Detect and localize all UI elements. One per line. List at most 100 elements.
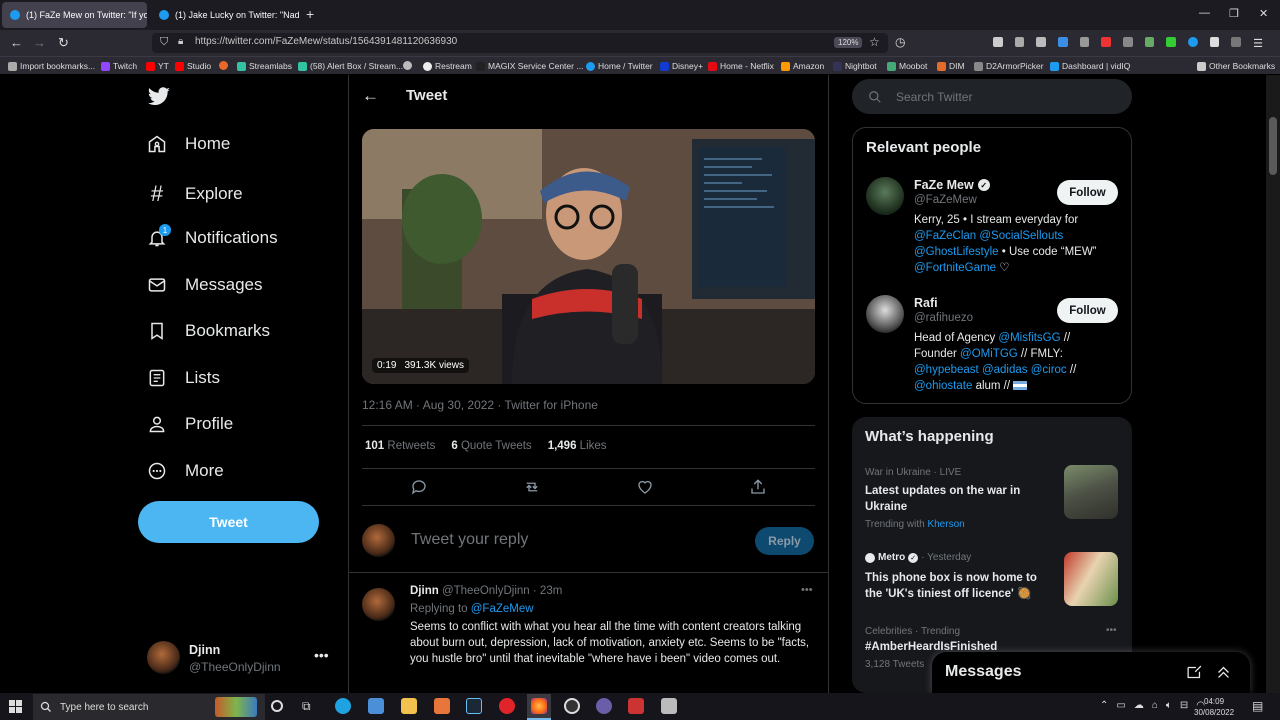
person-handle[interactable]: @rafihuezo	[914, 312, 973, 324]
bio-mention[interactable]: @FaZeClan	[914, 230, 976, 242]
trend-item[interactable]: War in Ukraine · LIVE Latest updates on …	[852, 461, 1132, 537]
bookmark-item[interactable]: Home / Twitter	[586, 61, 653, 71]
bio-mention[interactable]: @OMiTGG	[960, 348, 1018, 360]
reply-icon[interactable]	[410, 478, 428, 496]
sidebar-item-messages[interactable]: Messages	[147, 275, 262, 295]
bio-mention[interactable]: @FortniteGame	[914, 262, 996, 274]
other-bookmarks[interactable]: Other Bookmarks	[1197, 61, 1275, 71]
trend-item[interactable]: Metro ✓ · Yesterday This phone box is no…	[852, 547, 1132, 613]
app-icon[interactable]	[596, 698, 612, 714]
zoom-level[interactable]: 120%	[834, 37, 863, 48]
trend-tag[interactable]: Kherson	[927, 519, 964, 530]
browser-tab-2[interactable]: (1) Jake Lucky on Twitter: "Nade ✕	[151, 2, 299, 28]
bookmark-item[interactable]: Nightbot	[833, 61, 877, 71]
extension-icon[interactable]	[1188, 37, 1198, 47]
opera-icon[interactable]	[499, 698, 515, 714]
network-icon[interactable]: ▭	[1116, 700, 1125, 711]
extension-icon[interactable]	[1209, 37, 1220, 47]
reply-button[interactable]: Reply	[755, 527, 814, 555]
reply-input[interactable]: Tweet your reply	[411, 531, 528, 549]
bookmark-item[interactable]	[219, 61, 228, 70]
likes-stat[interactable]: 1,496 Likes	[548, 440, 607, 452]
account-switcher[interactable]: Djinn @TheeOnlyDjinn •••	[138, 637, 338, 679]
menu-icon[interactable]: ☰	[1253, 37, 1263, 50]
minimize-icon[interactable]: —	[1199, 7, 1210, 19]
file-explorer-icon[interactable]	[401, 698, 417, 714]
person-handle[interactable]: @FaZeMew	[914, 194, 977, 206]
retweet-icon[interactable]	[523, 478, 541, 496]
download-icon[interactable]	[1058, 37, 1068, 47]
avatar[interactable]	[866, 295, 904, 333]
sidebar-item-bookmarks[interactable]: Bookmarks	[147, 321, 270, 341]
history-icon[interactable]: ◷	[895, 35, 905, 49]
bio-mention[interactable]: @MisfitsGG	[998, 332, 1060, 344]
back-icon[interactable]: ←	[10, 35, 23, 50]
tray-overflow-icon[interactable]: ⌃	[1100, 700, 1108, 711]
bio-mention[interactable]: @adidas	[982, 364, 1028, 376]
new-tab-icon[interactable]: +	[306, 6, 314, 22]
edge-icon[interactable]	[335, 698, 351, 714]
bookmark-item[interactable]: Restream	[423, 61, 472, 71]
bio-mention[interactable]: @hypebeast	[914, 364, 979, 376]
bookmark-item[interactable]: Dashboard | vidIQ	[1050, 61, 1130, 71]
share-icon[interactable]	[749, 478, 767, 496]
follow-button[interactable]: Follow	[1057, 298, 1118, 323]
bookmark-item[interactable]: YT	[146, 61, 169, 71]
bookmark-item[interactable]: Studio	[175, 61, 211, 71]
app-icon[interactable]	[434, 698, 450, 714]
avatar[interactable]	[866, 177, 904, 215]
quote-tweets-stat[interactable]: 6 Quote Tweets	[451, 440, 531, 452]
replying-to-link[interactable]: @FaZeMew	[471, 603, 534, 615]
bookmark-item[interactable]: DIM	[937, 61, 965, 71]
bookmark-item[interactable]: MAGIX Service Center ...	[476, 61, 583, 71]
search-input[interactable]: Search Twitter	[852, 79, 1132, 114]
bio-mention[interactable]: @ohiostate	[914, 380, 972, 392]
youtube-extension-icon[interactable]	[1101, 37, 1112, 47]
sidebar-item-explore[interactable]: # Explore	[147, 181, 243, 207]
messages-drawer[interactable]: Messages	[932, 652, 1250, 693]
bookmark-item[interactable]: (58) Alert Box / Stream...	[298, 61, 403, 71]
scrollbar-thumb[interactable]	[1269, 117, 1277, 175]
extension-icon[interactable]	[1231, 37, 1242, 47]
usb-icon[interactable]: ⌂	[1152, 700, 1158, 711]
person-name[interactable]: Rafi	[914, 296, 938, 310]
extension-icon[interactable]	[1123, 37, 1133, 47]
cortana-icon[interactable]	[271, 700, 283, 712]
reply-author-handle[interactable]: @TheeOnlyDjinn	[442, 585, 530, 597]
extension-icon[interactable]	[1144, 37, 1155, 47]
more-options-icon[interactable]: •••	[314, 647, 329, 663]
library-icon[interactable]	[1036, 37, 1047, 47]
retweets-stat[interactable]: 101 Retweets	[365, 440, 435, 452]
obs-icon[interactable]	[564, 698, 580, 714]
new-message-icon[interactable]	[1186, 664, 1203, 681]
sidebar-item-home[interactable]: Home	[147, 134, 230, 154]
ethernet-icon[interactable]: ⊟	[1180, 700, 1188, 711]
close-window-icon[interactable]: ✕	[1259, 7, 1268, 20]
sidebar-item-profile[interactable]: Profile	[147, 414, 233, 434]
extension-icon[interactable]	[1166, 37, 1177, 47]
notifications-center-icon[interactable]: ▤	[1252, 699, 1263, 713]
task-view-icon[interactable]: ⧉	[302, 699, 311, 714]
bookmark-item[interactable]: D2ArmorPicker	[974, 61, 1044, 71]
windows-start-icon[interactable]	[9, 700, 22, 713]
follow-button[interactable]: Follow	[1057, 180, 1118, 205]
app-icon[interactable]	[661, 698, 677, 714]
bookmark-item[interactable]	[403, 61, 412, 70]
taskbar-search-input[interactable]: Type here to search	[33, 694, 265, 720]
bookmark-item[interactable]: Disney+	[660, 61, 703, 71]
steam-icon[interactable]	[466, 698, 482, 714]
chevrons-up-icon[interactable]	[1215, 664, 1232, 681]
shield-icon[interactable]: ⛉	[160, 36, 168, 49]
url-text[interactable]: https://twitter.com/FaZeMew/status/15643…	[195, 36, 457, 47]
bookmark-item[interactable]: Streamlabs	[237, 61, 292, 71]
pocket-icon[interactable]	[1014, 37, 1025, 47]
mail-icon[interactable]	[368, 698, 384, 714]
app-icon[interactable]	[628, 698, 644, 714]
more-options-icon[interactable]: •••	[801, 584, 813, 596]
firefox-icon[interactable]	[531, 698, 547, 714]
volume-icon[interactable]: 🔈︎	[1166, 700, 1172, 711]
like-heart-icon[interactable]	[636, 478, 654, 496]
lock-icon[interactable]: 🔒︎	[178, 36, 183, 47]
forward-icon[interactable]: →	[33, 35, 46, 50]
bio-mention[interactable]: @ciroc	[1031, 364, 1067, 376]
